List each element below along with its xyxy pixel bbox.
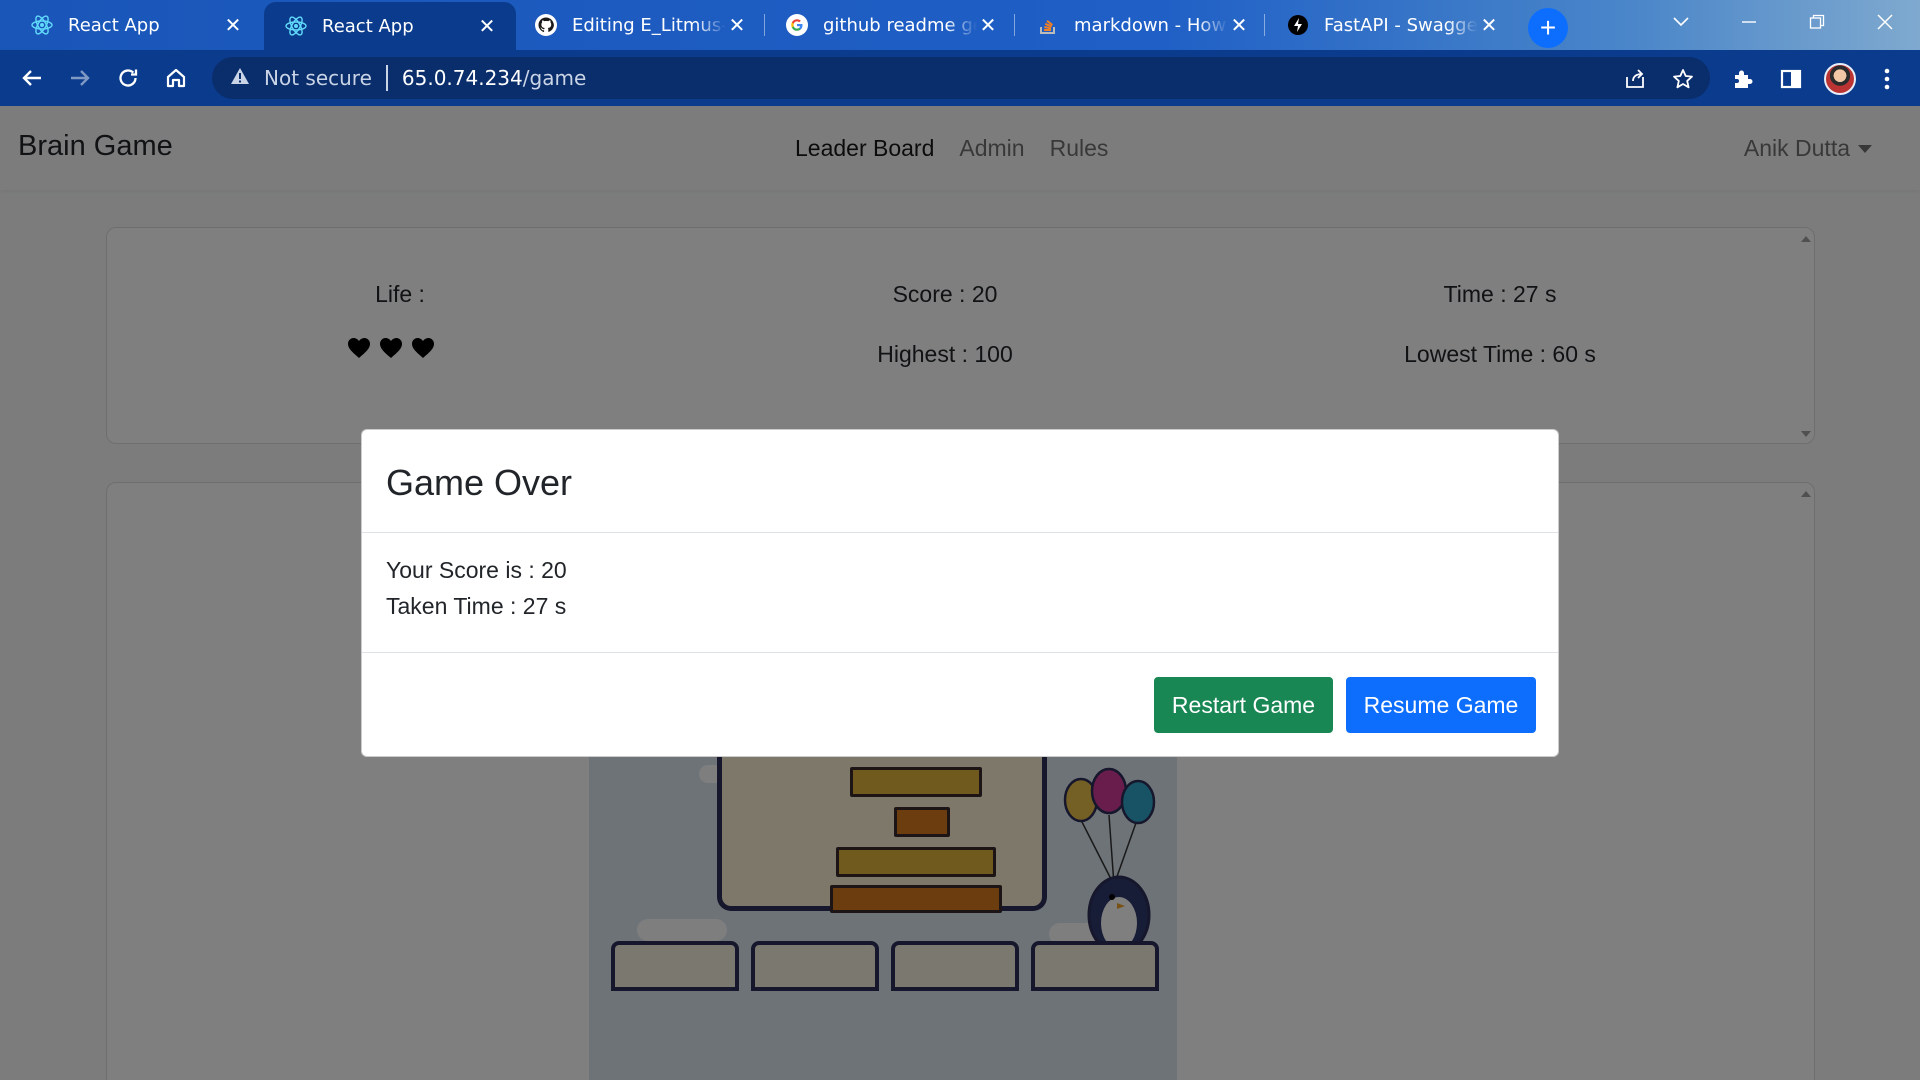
close-tab-icon[interactable]: ✕ <box>222 13 244 37</box>
tab-separator <box>1014 14 1015 36</box>
close-tab-icon[interactable]: ✕ <box>726 13 748 37</box>
share-icon[interactable] <box>1622 66 1648 92</box>
tab-title: github readme generator <box>823 14 977 36</box>
browser-tab[interactable]: FastAPI - Swagger UI ✕ <box>1266 0 1518 50</box>
close-tab-icon[interactable]: ✕ <box>476 14 498 38</box>
restart-game-button[interactable]: Restart Game <box>1154 677 1333 733</box>
tab-title: FastAPI - Swagger UI <box>1324 14 1478 36</box>
warning-icon[interactable] <box>230 66 250 90</box>
stackoverflow-icon <box>1036 13 1060 37</box>
profile-avatar[interactable] <box>1824 63 1856 95</box>
kebab-menu-icon[interactable] <box>1872 64 1902 94</box>
browser-tab[interactable]: github readme generator ✕ <box>765 0 1017 50</box>
browser-tab-active[interactable]: React App ✕ <box>264 2 516 50</box>
close-tab-icon[interactable]: ✕ <box>977 13 999 37</box>
forward-arrow-icon[interactable] <box>62 60 98 96</box>
browser-tab[interactable]: Editing E_Litmus-Brain-Game ✕ <box>514 0 766 50</box>
resume-game-button[interactable]: Resume Game <box>1346 677 1536 733</box>
react-icon <box>284 14 308 38</box>
final-score-text: Your Score is : 20 <box>386 557 567 583</box>
close-window-icon[interactable] <box>1850 0 1920 44</box>
side-panel-icon[interactable] <box>1776 64 1806 94</box>
tab-title: React App <box>68 14 160 36</box>
browser-tab-bar: React App ✕ React App ✕ Editing E_Litmus… <box>0 0 1920 50</box>
tab-separator <box>1264 14 1265 36</box>
github-icon <box>534 13 558 37</box>
tab-title: markdown - How to <box>1074 14 1228 36</box>
fastapi-icon <box>1286 13 1310 37</box>
modal-body: Your Score is : 20 Taken Time : 27 s <box>362 533 1558 653</box>
react-icon <box>30 13 54 37</box>
minimize-icon[interactable] <box>1714 0 1784 44</box>
taken-time-text: Taken Time : 27 s <box>386 593 567 619</box>
tab-title: Editing E_Litmus-Brain-Game <box>572 14 726 36</box>
address-divider <box>385 65 388 91</box>
modal-header: Game Over <box>362 430 1558 533</box>
tab-search-icon[interactable] <box>1646 0 1716 44</box>
back-arrow-icon[interactable] <box>14 60 50 96</box>
browser-tab[interactable]: React App ✕ <box>10 0 262 50</box>
bookmark-star-icon[interactable] <box>1670 66 1696 92</box>
new-tab-button[interactable]: + <box>1528 8 1568 48</box>
security-label: Not secure <box>264 66 372 90</box>
google-icon <box>785 13 809 37</box>
home-icon[interactable] <box>158 60 194 96</box>
restore-icon[interactable] <box>1782 0 1852 44</box>
browser-toolbar: Not secure 65.0.74.234 /game <box>0 50 1920 106</box>
extensions-puzzle-icon[interactable] <box>1728 64 1758 94</box>
browser-tab[interactable]: markdown - How to ✕ <box>1016 0 1268 50</box>
game-over-modal: Game Over Your Score is : 20 Taken Time … <box>361 429 1559 757</box>
address-bar[interactable]: Not secure 65.0.74.234 /game <box>212 57 1710 99</box>
tab-title: React App <box>322 15 414 37</box>
url-path: /game <box>522 66 587 90</box>
modal-title: Game Over <box>386 462 573 503</box>
reload-icon[interactable] <box>110 60 146 96</box>
url-host: 65.0.74.234 <box>401 66 523 90</box>
close-tab-icon[interactable]: ✕ <box>1228 13 1250 37</box>
close-tab-icon[interactable]: ✕ <box>1478 13 1500 37</box>
